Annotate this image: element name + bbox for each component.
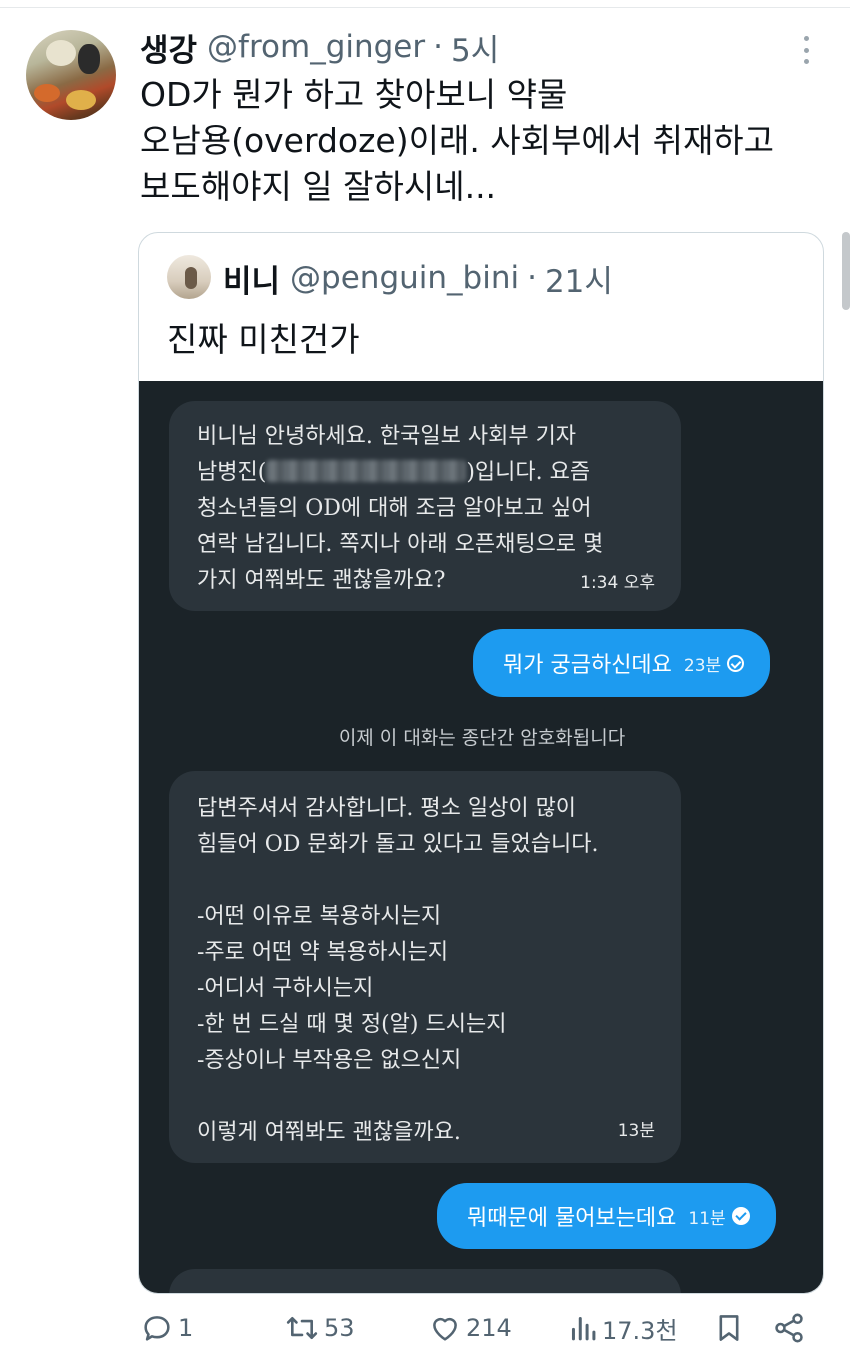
like-count: 214: [466, 1314, 512, 1342]
tweet-text-line: OD가 뭔가 하고 찾아보니 약물: [140, 75, 568, 114]
tweet-header: 생강 @from_ginger · 5시: [140, 24, 499, 70]
chat-screenshot-image[interactable]: 비니님 안녕하세요. 한국일보 사회부 기자 남병진( )입니다. 요즘 청소년들…: [139, 381, 823, 1293]
reply-icon: [144, 1316, 170, 1341]
reply-count: 1: [178, 1314, 194, 1342]
message-line: 비니님 안녕하세요. 한국일보 사회부 기자: [197, 424, 577, 449]
quoted-author-avatar[interactable]: [167, 255, 211, 299]
message-text: 뭐가 궁금하신데요: [503, 653, 672, 678]
separator-dot: ·: [527, 260, 537, 296]
message-line: 청소년들의 OD에 대해 조금 알아보고 싶어: [197, 496, 592, 521]
incoming-message-bubble-cropped: [169, 1269, 681, 1293]
views-count: 17.3천: [602, 1316, 678, 1345]
retweet-button[interactable]: 53: [284, 1306, 355, 1350]
bookmark-icon: [719, 1315, 739, 1341]
message-timestamp: 11분: [688, 1208, 726, 1229]
tweet-timestamp[interactable]: 5시: [451, 25, 499, 70]
retweet-count: 53: [324, 1314, 355, 1342]
message-line: 연락 남깁니다. 쪽지나 아래 오픈채팅으로 몇: [197, 532, 604, 557]
tweet-action-bar: 1 53 214 17.3천: [0, 1306, 850, 1356]
message-line: -증상이나 부작용은 없으신지: [197, 1048, 462, 1073]
message-line: -어떤 이유로 복용하시는지: [197, 904, 442, 929]
message-line: 힘들어 OD 문화가 돌고 있다고 들었습니다.: [197, 832, 599, 857]
redacted-contact: [266, 460, 467, 482]
quoted-tweet-header: 비니 @penguin_bini · 21시: [223, 255, 613, 301]
more-icon[interactable]: [796, 34, 816, 66]
outgoing-message-bubble: 뭐때문에 물어보는데요 11분: [437, 1183, 776, 1249]
message-timestamp: 1:34 오후: [580, 573, 655, 593]
read-check-icon: [731, 1207, 750, 1225]
retweet-icon: [286, 1316, 318, 1340]
tweet-text: OD가 뭔가 하고 찾아보니 약물 오남용(overdoze)이래. 사회부에서…: [140, 72, 840, 210]
quoted-tweet-card[interactable]: 비니 @penguin_bini · 21시 진짜 미친건가 비니님 안녕하세요…: [138, 232, 824, 1294]
message-timestamp: 13분: [617, 1121, 655, 1141]
bookmark-button[interactable]: [714, 1306, 744, 1350]
tweet-text-line: 보도해야지 일 잘하시네...: [140, 167, 497, 206]
author-handle[interactable]: @from_ginger: [207, 29, 425, 65]
scrollbar-thumb[interactable]: [842, 232, 850, 310]
author-display-name[interactable]: 생강: [140, 25, 197, 70]
like-icon: [433, 1317, 457, 1341]
encryption-notice: 이제 이 대화는 종단간 암호화됩니다: [338, 727, 626, 749]
message-text: )입니다. 요즘: [466, 460, 591, 485]
message-line: -한 번 드실 때 몇 정(알) 드시는지: [197, 1012, 507, 1037]
incoming-message-bubble: 답변주셔서 감사합니다. 평소 일상이 많이 힘들어 OD 문화가 돌고 있다고…: [169, 771, 681, 1163]
message-timestamp: 23분: [683, 655, 722, 676]
message-line: [197, 863, 681, 899]
tweet-text-line: 오남용(overdoze)이래. 사회부에서 취재하고: [140, 121, 775, 160]
like-button[interactable]: 214: [428, 1306, 512, 1350]
quoted-tweet-text: 진짜 미친건가: [167, 320, 360, 359]
views-button[interactable]: 17.3천: [568, 1306, 678, 1350]
quoted-author-display-name: 비니: [223, 263, 281, 300]
separator-dot: ·: [433, 29, 443, 65]
message-line: 답변주셔서 감사합니다. 평소 일상이 많이: [197, 796, 577, 821]
message-line: [197, 1079, 681, 1115]
author-avatar[interactable]: [26, 30, 116, 120]
outgoing-message-bubble: 뭐가 궁금하신데요 23분: [473, 629, 771, 697]
message-line: -주로 어떤 약 복용하시는지: [197, 940, 449, 965]
quoted-author-handle: @penguin_bini: [290, 260, 520, 296]
message-text: 남병진(: [197, 460, 267, 485]
read-check-icon: [727, 654, 745, 672]
message-text: 뭐때문에 물어보는데요: [467, 1206, 677, 1231]
views-icon: [571, 1316, 596, 1341]
reply-button[interactable]: 1: [140, 1306, 193, 1350]
message-line: 이렇게 여쭤봐도 괜찮을까요.: [197, 1120, 461, 1145]
message-line: 남병진( )입니다. 요즘: [197, 455, 681, 491]
incoming-message-bubble: 비니님 안녕하세요. 한국일보 사회부 기자 남병진( )입니다. 요즘 청소년들…: [169, 401, 681, 611]
top-divider: [0, 0, 850, 8]
share-button[interactable]: [772, 1306, 806, 1350]
message-line: -어디서 구하시는지: [197, 976, 374, 1001]
share-icon: [775, 1313, 803, 1343]
quoted-tweet-timestamp: 21시: [544, 263, 613, 300]
